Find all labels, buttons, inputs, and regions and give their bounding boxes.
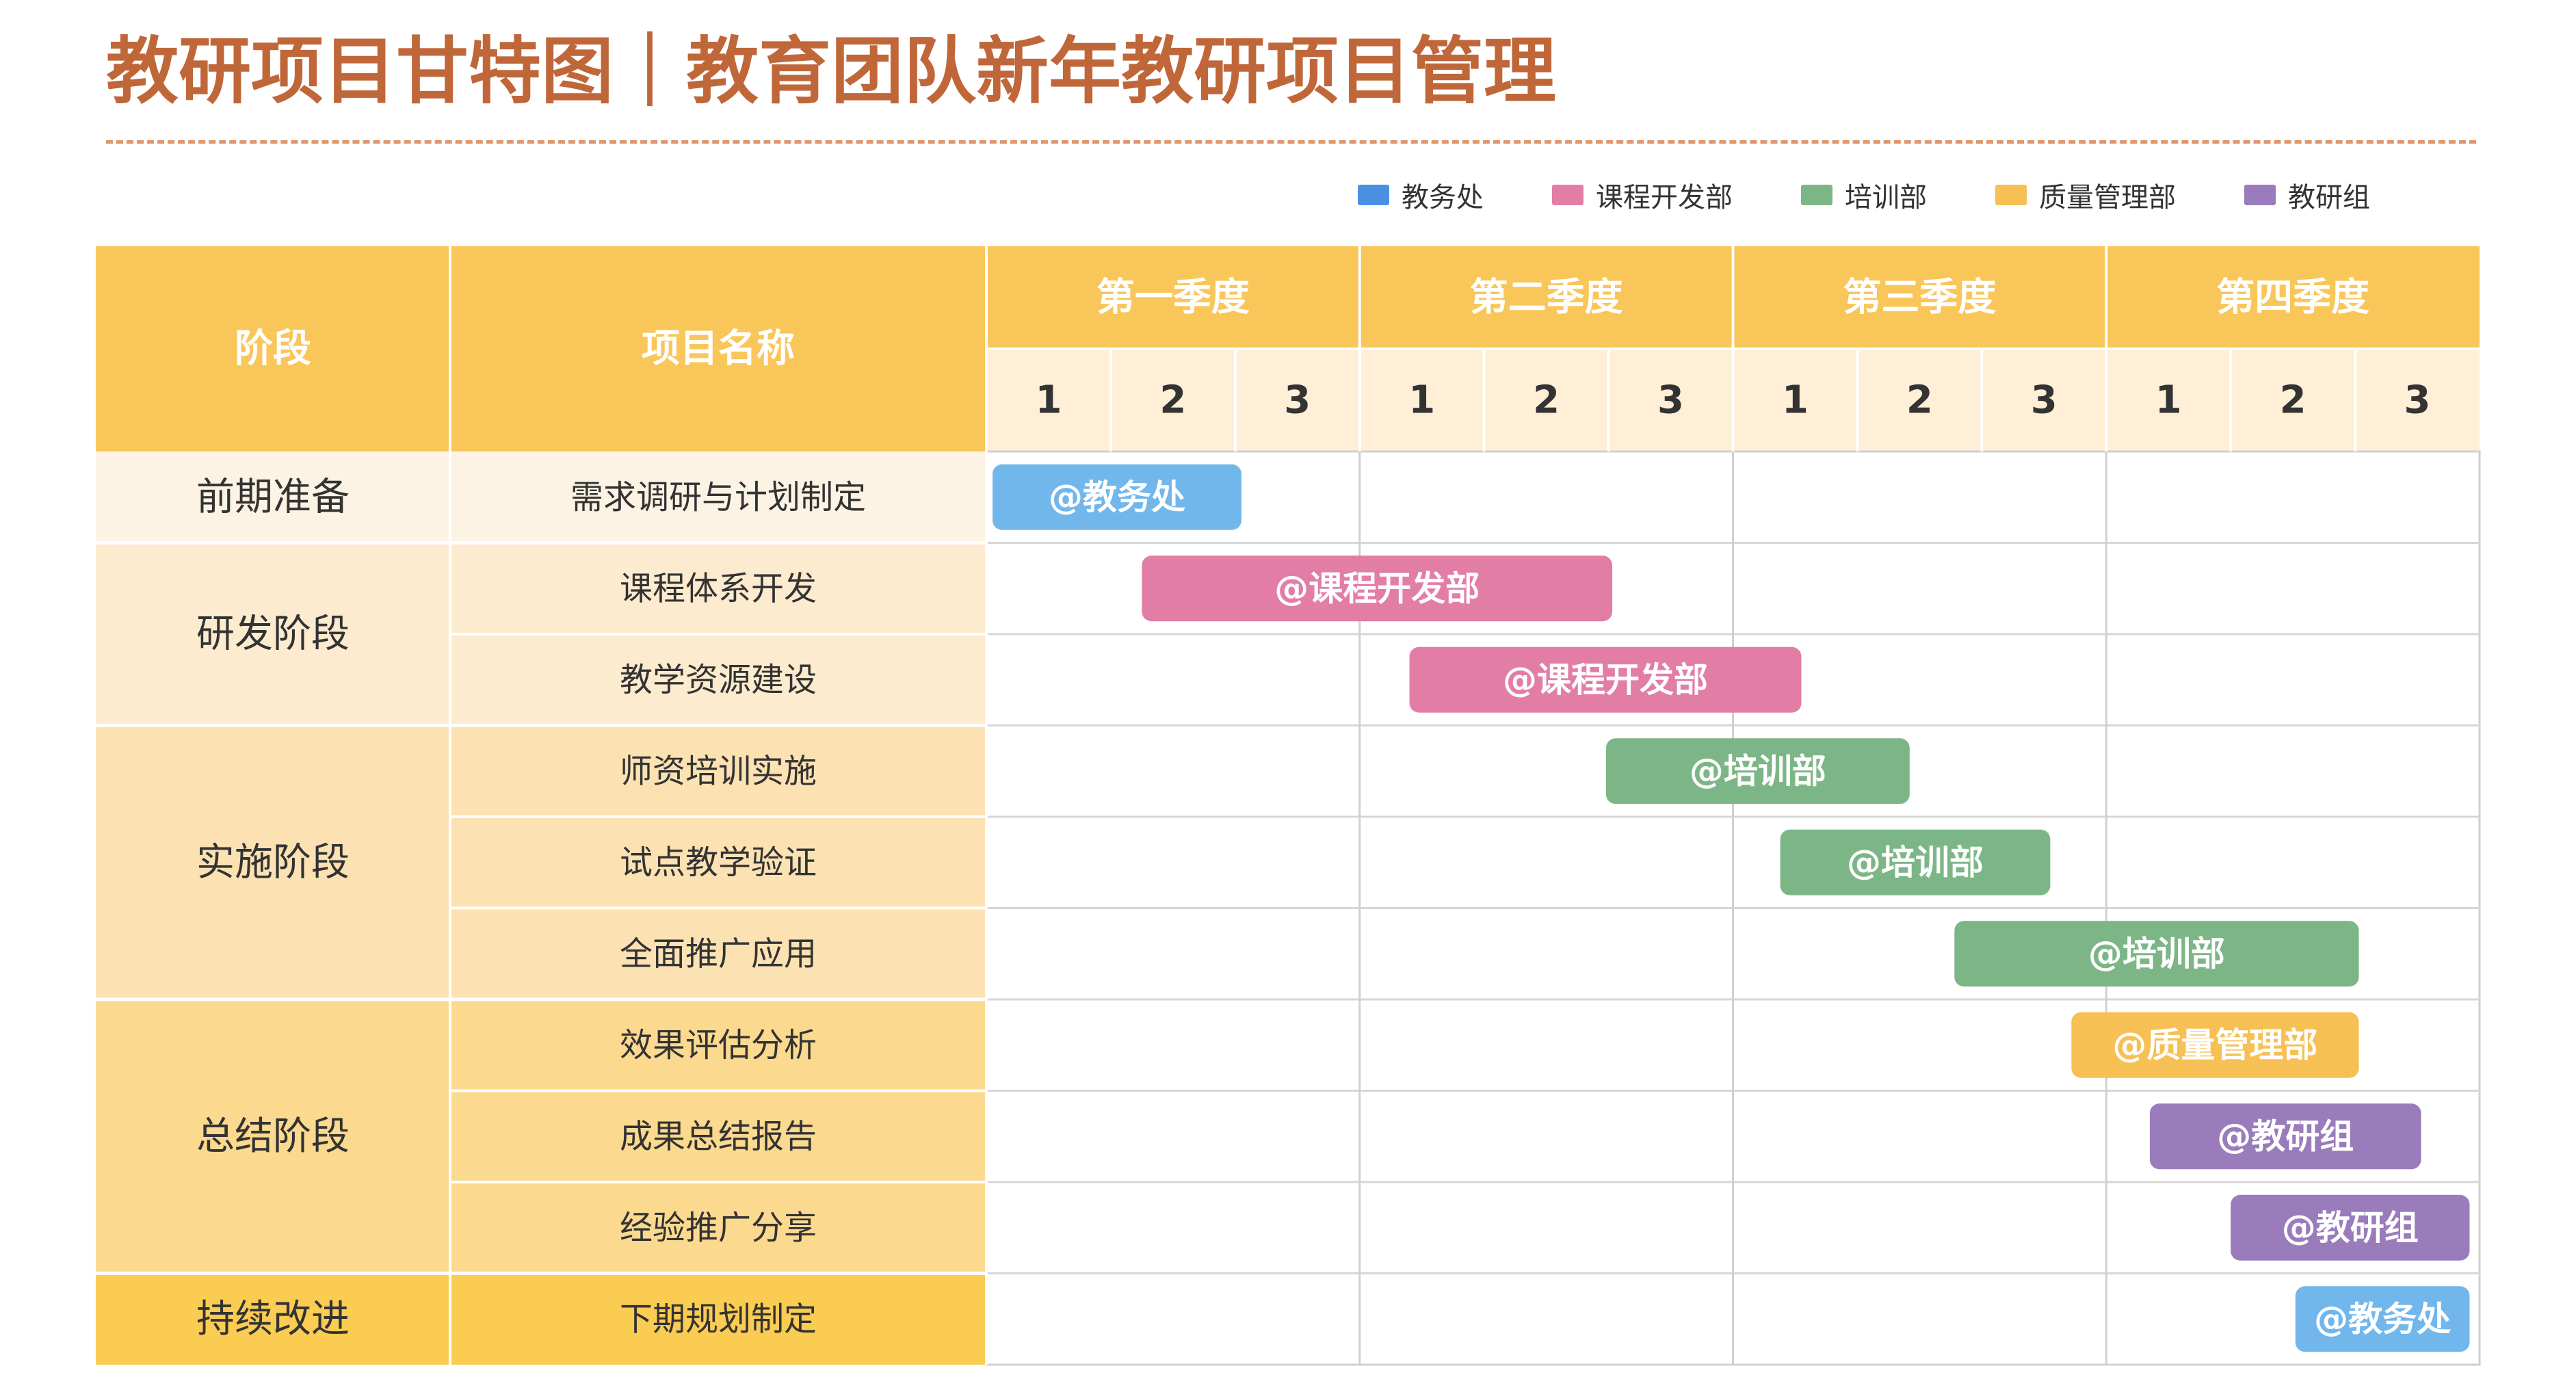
task-bar-label: @培训部 <box>2088 934 2225 973</box>
quarter-label: 第一季度 <box>1096 276 1250 320</box>
month-label: 1 <box>2155 378 2182 423</box>
project-name: 下期规划制定 <box>620 1300 817 1338</box>
project-name: 课程体系开发 <box>620 569 817 607</box>
month-label: 1 <box>1782 378 1809 423</box>
month-label: 2 <box>1906 378 1933 423</box>
project-name: 试点教学验证 <box>620 843 817 882</box>
project-name: 需求调研与计划制定 <box>570 478 866 516</box>
task-bar-label: @教研组 <box>2282 1208 2419 1248</box>
project-name: 效果评估分析 <box>620 1026 817 1064</box>
project-name: 师资培训实施 <box>620 752 817 790</box>
quarter-label: 第四季度 <box>2216 276 2369 320</box>
project-name: 全面推广应用 <box>620 934 817 973</box>
task-bar-label: @教研组 <box>2217 1116 2354 1156</box>
task-bar-label: @培训部 <box>1690 751 1826 791</box>
task-bar-label: @质量管理部 <box>2112 1025 2317 1065</box>
month-label: 3 <box>1657 378 1684 423</box>
month-label: 2 <box>2280 378 2306 423</box>
stage-label: 持续改进 <box>196 1297 350 1341</box>
month-label: 3 <box>2404 378 2431 423</box>
task-bar-label: @教务处 <box>2314 1299 2451 1339</box>
month-label: 2 <box>1159 378 1186 423</box>
header-bg <box>96 246 986 451</box>
month-label: 1 <box>1408 378 1435 423</box>
stage-label: 前期准备 <box>196 475 350 519</box>
month-label: 1 <box>1035 378 1062 423</box>
quarter-label: 第二季度 <box>1470 276 1623 320</box>
month-label: 3 <box>2031 378 2058 423</box>
project-name: 教学资源建设 <box>620 661 817 699</box>
task-bar-label: @教务处 <box>1049 477 1185 517</box>
header-stage: 阶段 <box>235 327 311 371</box>
task-bar-label: @课程开发部 <box>1503 660 1708 700</box>
project-name: 经验推广分享 <box>620 1209 817 1247</box>
quarter-label: 第三季度 <box>1843 276 1996 320</box>
project-name: 成果总结报告 <box>620 1117 817 1155</box>
stage-label: 实施阶段 <box>196 840 350 884</box>
stage-label: 总结阶段 <box>196 1114 350 1159</box>
header-project: 项目名称 <box>642 327 795 371</box>
task-bar-label: @培训部 <box>1847 843 1984 882</box>
gantt-chart: 阶段 项目名称 第一季度 第二季度 第三季度 第四季度 1 2 3 1 2 3 1 2 3 1 2 3 前期准备研发… <box>96 246 2481 1366</box>
task-bar-label: @课程开发部 <box>1274 568 1480 608</box>
stage-label: 研发阶段 <box>196 612 350 657</box>
month-label: 3 <box>1284 378 1311 423</box>
month-label: 2 <box>1533 378 1560 423</box>
